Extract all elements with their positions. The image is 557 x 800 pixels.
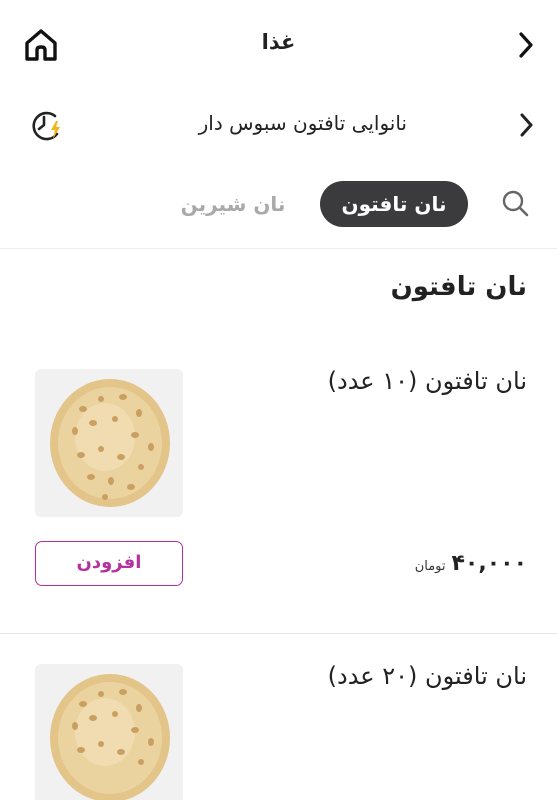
- chevron-right-icon[interactable]: [513, 109, 539, 141]
- category-tabs: نان تافتون نان شیرین: [0, 175, 557, 235]
- product-price: ۴۰,۰۰۰ تومان: [415, 551, 527, 576]
- product-image[interactable]: [35, 369, 183, 517]
- section-title: نان تافتون: [390, 272, 527, 302]
- divider: [0, 248, 557, 249]
- chevron-right-icon[interactable]: [513, 28, 539, 62]
- top-bar: غذا: [0, 0, 557, 90]
- product-image[interactable]: [35, 664, 183, 800]
- product-name[interactable]: نان تافتون (۲۰ عدد): [328, 662, 527, 690]
- add-button[interactable]: افزودن: [35, 541, 183, 586]
- product-name[interactable]: نان تافتون (۱۰ عدد): [328, 367, 527, 395]
- shop-bar: نانوایی تافتون سبوس دار: [0, 95, 557, 155]
- clock-bolt-icon: [28, 107, 64, 143]
- tab-sweet-bread[interactable]: نان شیرین: [170, 181, 296, 227]
- search-icon[interactable]: [498, 187, 532, 221]
- divider: [0, 633, 557, 634]
- shop-name[interactable]: نانوایی تافتون سبوس دار: [199, 111, 407, 135]
- price-value: ۴۰,۰۰۰: [451, 551, 528, 576]
- product-item: نان تافتون (۱۰ عدد) ۴۰,۰۰۰ تومان افزودن: [0, 355, 557, 635]
- price-currency: تومان: [414, 559, 446, 574]
- page-title: غذا: [261, 30, 296, 54]
- product-item: نان تافتون (۲۰ عدد): [0, 650, 557, 800]
- tab-taftoon[interactable]: نان تافتون: [320, 181, 468, 227]
